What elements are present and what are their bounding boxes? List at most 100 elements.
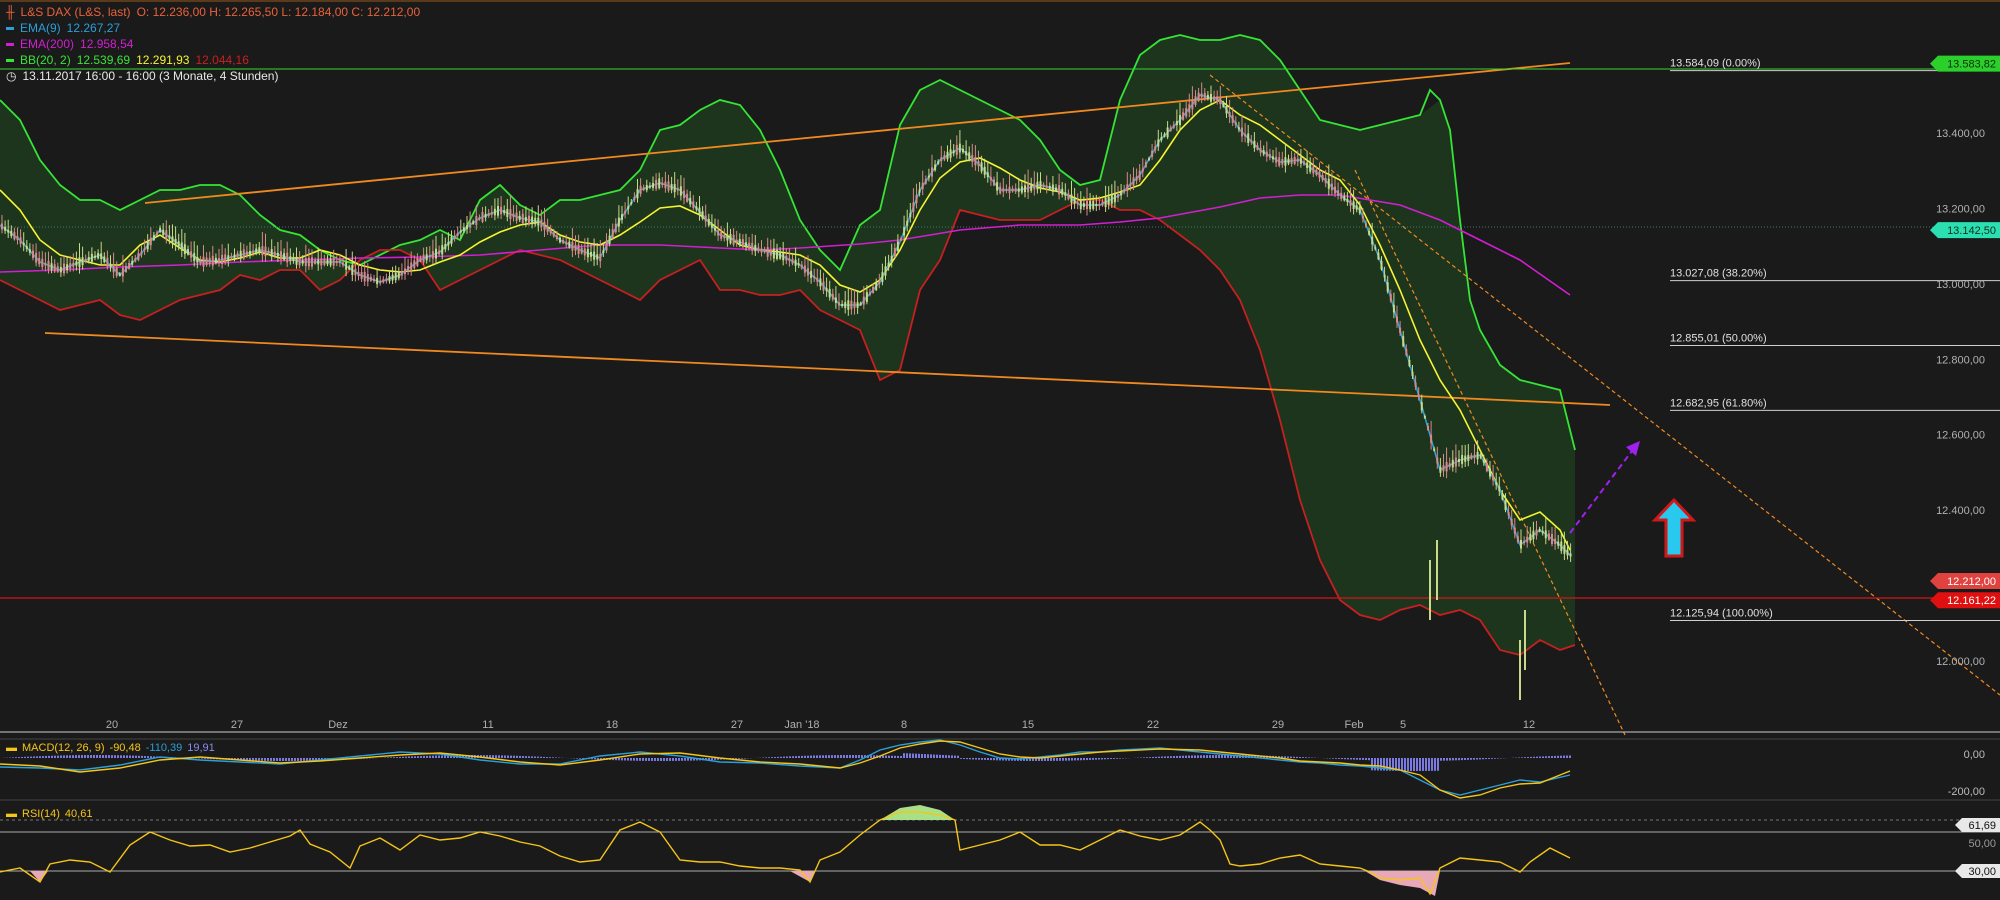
candle-body [342,262,344,266]
candle-body [621,214,623,220]
candle-body [283,253,286,260]
candle-body [239,250,242,259]
macd-histogram-bar [96,755,98,758]
macd-histogram-bar [1401,758,1403,771]
macd-histogram-bar [1350,758,1352,760]
candle-body [1318,171,1321,178]
macd-histogram-bar [1524,757,1526,758]
candle-body [1417,394,1420,397]
macd-histogram-bar [1413,758,1415,771]
candle-body [413,260,416,269]
candle-body [1445,461,1448,472]
candle-body [776,249,778,259]
macd-histogram-bar [1353,758,1355,760]
macd-signal-line [0,740,1571,799]
candle-body [667,181,670,191]
candle-body [490,211,493,215]
macd-histogram-bar [414,756,416,758]
candle-body [1427,425,1429,431]
price-tick-label: 13.200,00 [1936,203,1985,215]
macd-histogram-bar [1167,756,1169,758]
candle-body [447,241,450,246]
candle-body [698,207,701,216]
candle-body [35,252,38,263]
candle-body [1399,327,1402,334]
time-tick-label: 12 [1523,719,1535,731]
candle-body [1222,103,1225,108]
macd-histogram-bar [1044,758,1046,761]
candle-body [949,149,952,158]
candle-body [1482,460,1485,463]
candle-body [1160,137,1163,141]
candle-body [931,167,933,177]
candle-body [574,244,577,251]
candle-body [797,263,800,266]
candle-body [720,231,723,239]
macd-histogram-bar [810,755,812,758]
candle-body [1129,183,1132,186]
projection-arrowhead [1626,441,1640,456]
candle-body [1485,462,1488,472]
candle-body [524,216,527,222]
candle-body [909,213,912,218]
candle-body [723,234,726,239]
macd-histogram-bar [282,758,284,761]
macd-histogram-bar [804,755,806,758]
candle-body [168,235,171,239]
macd-histogram-bar [144,755,146,758]
candle-body [1334,186,1336,194]
bollinger-band-fill [0,35,1575,655]
candle-body [695,206,698,210]
candle-body [1296,158,1299,162]
candle-body [134,258,137,262]
macd-histogram-bar [552,757,554,758]
candle-body [1058,185,1061,195]
macd-histogram-bar [141,755,143,758]
candle-body [571,241,574,251]
candle-body [276,252,279,257]
candle-body [1566,549,1569,556]
candle-body [32,250,34,258]
candle-body [369,276,372,281]
chart-canvas[interactable]: 13.584,09 (0.00%) 13.027,08 (38.20%) 12.85… [0,0,2000,900]
candle-body [1315,169,1318,175]
macd-histogram-bar [201,758,203,759]
candle-body [1120,192,1123,196]
candle-body [221,254,224,265]
candle-body [1228,111,1231,117]
candle-body [1513,527,1516,534]
macd-histogram-bar [519,755,521,758]
candle-body [1079,200,1082,210]
candle-body [425,254,428,261]
macd-histogram-bar [627,758,629,761]
candle-body [478,217,481,220]
candle-body [301,260,304,264]
candle-body [841,303,844,307]
candle-body [1076,202,1079,205]
candle-body [661,182,664,186]
candle-body [540,219,543,228]
macd-histogram-bar [1332,758,1334,759]
macd-histogram-bar [75,755,77,758]
candle-body [13,232,16,240]
macd-histogram-bar [1290,756,1292,758]
candle-body [1033,183,1036,190]
candle-body [1402,336,1405,347]
candle-body [1135,176,1138,181]
macd-histogram-bar [1551,756,1553,758]
candle-body [1560,541,1563,552]
macd-histogram-bar [1200,755,1202,758]
macd-histogram-bar [1173,756,1175,758]
macd-histogram-bar [786,756,788,758]
candle-body [1172,124,1175,128]
macd-histogram-bar [1209,755,1211,758]
macd-histogram-bar [291,758,293,761]
macd-histogram-bar [930,754,932,758]
macd-histogram-bar [669,758,671,761]
candle-body [373,278,375,282]
macd-histogram-bar [24,756,26,758]
svg-text:61,69: 61,69 [1968,820,1996,832]
candle-body [193,253,196,262]
candle-body [242,249,245,259]
candle-body [1092,201,1095,209]
